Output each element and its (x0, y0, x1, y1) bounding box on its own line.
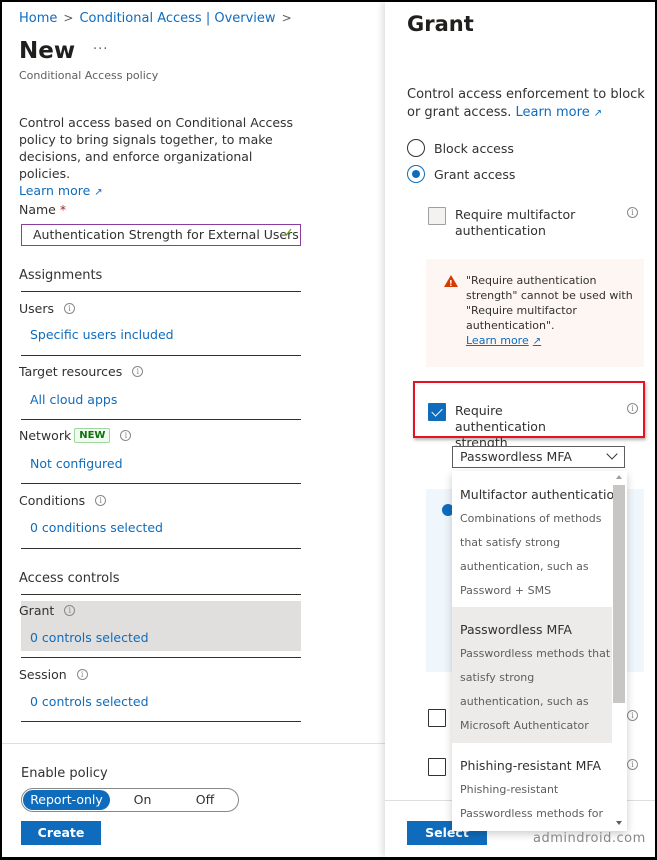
auth-strength-listbox: Multifactor authentication Combinations … (452, 471, 627, 831)
chevron-down-icon (606, 448, 618, 460)
checkbox[interactable] (428, 709, 446, 727)
info-icon[interactable]: i (64, 605, 76, 616)
grant-learn-more-link[interactable]: Learn more ↗ (516, 105, 603, 120)
new-badge: NEW (74, 428, 111, 443)
checkbox-require-mfa[interactable]: Require multifactor authentication i (428, 207, 638, 239)
page-title: New (19, 38, 76, 64)
divider (21, 355, 301, 356)
checkbox-require-auth-strength[interactable]: Require authentication strength i (428, 403, 638, 451)
checkbox[interactable] (428, 207, 446, 225)
enable-policy-toggle: Report-only On Off (21, 788, 239, 812)
watermark: admindroid.com (533, 831, 646, 846)
required-mark: * (59, 202, 67, 217)
grant-panel-title: Grant (407, 12, 474, 36)
policy-name-input[interactable]: Authentication Strength for External Use… (21, 224, 301, 246)
radio-circle[interactable] (407, 139, 425, 157)
grant-value-link[interactable]: 0 controls selected (30, 630, 149, 645)
chevron-right-icon: > (63, 11, 74, 25)
divider (21, 483, 301, 484)
network-label: Network NEW i (19, 428, 132, 443)
info-icon[interactable]: i (132, 366, 144, 377)
divider (21, 548, 301, 549)
scrollbar-thumb[interactable] (613, 485, 625, 703)
option-multifactor-authentication[interactable]: Multifactor authentication Combinations … (452, 483, 622, 607)
info-icon[interactable]: i (64, 303, 76, 314)
divider (21, 419, 301, 420)
toggle-on[interactable]: On (120, 790, 165, 810)
warning-icon (444, 275, 458, 291)
access-controls-heading: Access controls (19, 571, 120, 586)
divider (21, 721, 301, 722)
learn-more-link[interactable]: Learn more ↗ (19, 183, 103, 198)
breadcrumb: Home > Conditional Access | Overview > (19, 11, 298, 26)
divider (21, 594, 301, 595)
divider (21, 291, 301, 292)
checkbox-checked[interactable] (428, 403, 446, 421)
listbox-scrollbar[interactable] (613, 471, 625, 831)
external-link-icon: ↗ (532, 336, 542, 347)
conditions-label: Conditions i (19, 493, 107, 508)
enable-policy-label: Enable policy (21, 766, 108, 781)
info-icon[interactable]: i (627, 403, 638, 414)
info-icon[interactable]: i (76, 669, 88, 680)
info-icon[interactable]: i (120, 430, 132, 441)
toggle-report-only[interactable]: Report-only (23, 790, 110, 810)
info-icon[interactable]: i (627, 759, 638, 770)
footer-divider (2, 743, 385, 744)
target-resources-label: Target resources i (19, 364, 144, 379)
toggle-off[interactable]: Off (175, 790, 235, 810)
option-phishing-resistant-mfa[interactable]: Phishing-resistant MFA Phishing-resistan… (452, 754, 612, 831)
info-icon[interactable]: i (627, 207, 638, 218)
checkmark-icon: ✓ (283, 226, 294, 241)
warning-message: "Require authentication strength" cannot… (426, 259, 644, 367)
assignments-heading: Assignments (19, 268, 103, 283)
chevron-right-icon: > (281, 11, 292, 25)
breadcrumb-ca-overview[interactable]: Conditional Access | Overview (79, 11, 275, 26)
scroll-up-icon[interactable] (616, 475, 622, 479)
option-passwordless-mfa[interactable]: Passwordless MFA Passwordless methods th… (452, 607, 612, 743)
page-subtitle: Conditional Access policy (19, 69, 159, 82)
conditions-value-link[interactable]: 0 conditions selected (30, 520, 163, 535)
radio-grant-access[interactable]: Grant access (407, 165, 515, 183)
session-label: Session i (19, 667, 88, 682)
users-value-link[interactable]: Specific users included (30, 327, 174, 342)
warning-learn-more-link[interactable]: Learn more ↗ (466, 334, 541, 347)
info-icon[interactable]: i (95, 495, 107, 506)
description-text: Control access based on Conditional Acce… (19, 115, 294, 181)
name-label: Name * (19, 202, 67, 217)
more-options-icon[interactable]: ··· (93, 42, 108, 57)
target-resources-value-link[interactable]: All cloud apps (30, 392, 117, 407)
policy-blade: Home > Conditional Access | Overview > New … (2, 2, 385, 857)
external-link-icon: ↗ (94, 187, 103, 198)
create-button[interactable]: Create (21, 821, 101, 845)
grant-label: Grant i (19, 603, 76, 618)
radio-block-access[interactable]: Block access (407, 139, 514, 157)
info-icon[interactable]: i (627, 710, 638, 721)
session-value-link[interactable]: 0 controls selected (30, 694, 149, 709)
divider (21, 657, 301, 658)
external-link-icon: ↗ (593, 108, 603, 119)
grant-description: Control access enforcement to block or g… (407, 87, 645, 120)
network-value-link[interactable]: Not configured (30, 456, 123, 471)
breadcrumb-home[interactable]: Home (19, 11, 57, 26)
users-label: Users i (19, 301, 76, 316)
auth-strength-dropdown[interactable]: Passwordless MFA (452, 446, 625, 468)
window: Home > Conditional Access | Overview > New … (2, 2, 655, 857)
page-description: Control access based on Conditional Acce… (19, 114, 299, 201)
radio-circle-checked[interactable] (407, 165, 425, 183)
scroll-down-icon[interactable] (616, 821, 622, 825)
checkbox[interactable] (428, 758, 446, 776)
